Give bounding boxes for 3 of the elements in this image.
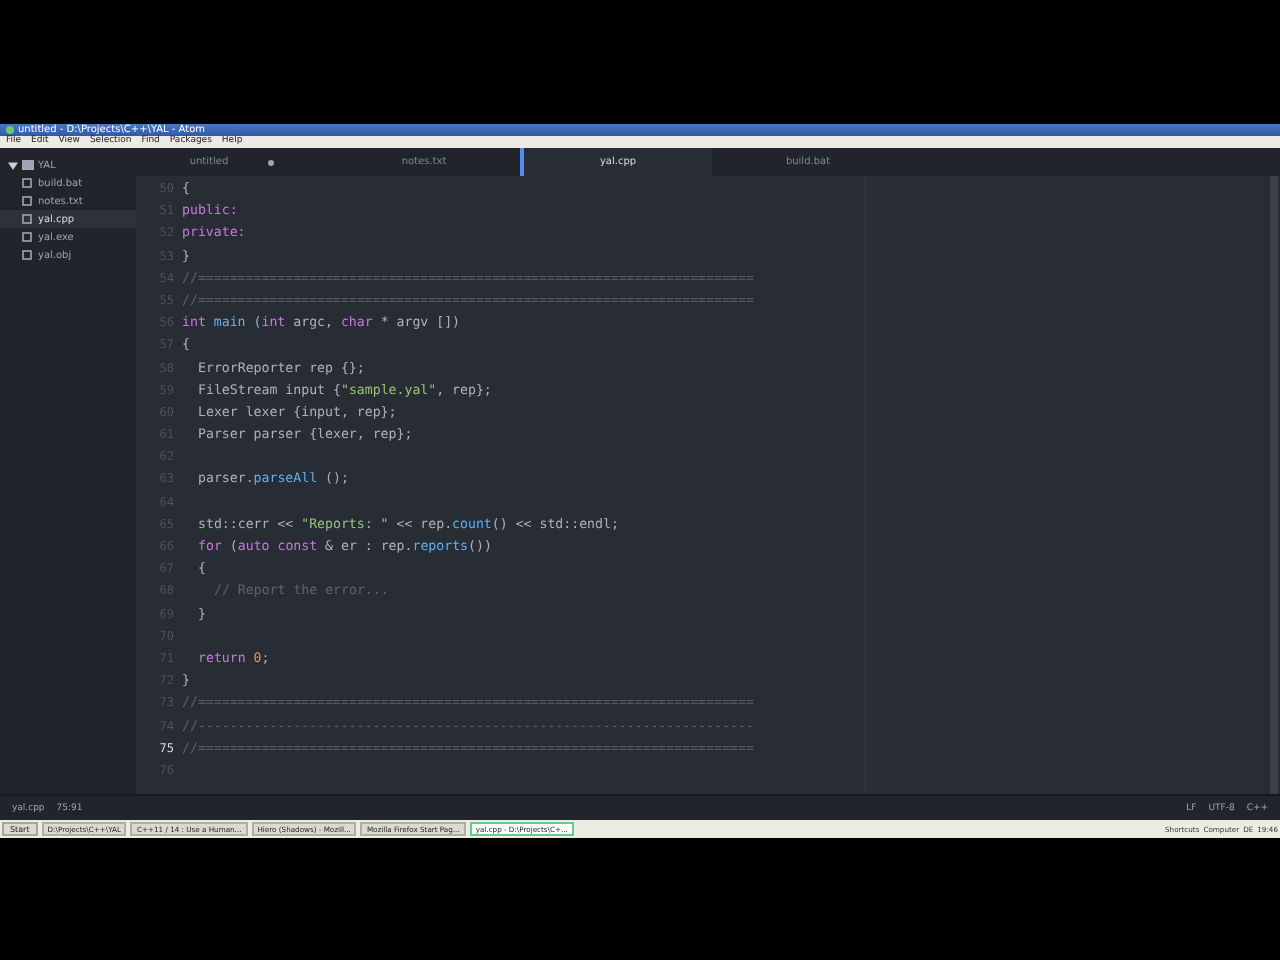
folder-icon (22, 160, 34, 170)
chevron-icon[interactable] (8, 160, 18, 170)
atom-logo-icon (6, 126, 14, 134)
